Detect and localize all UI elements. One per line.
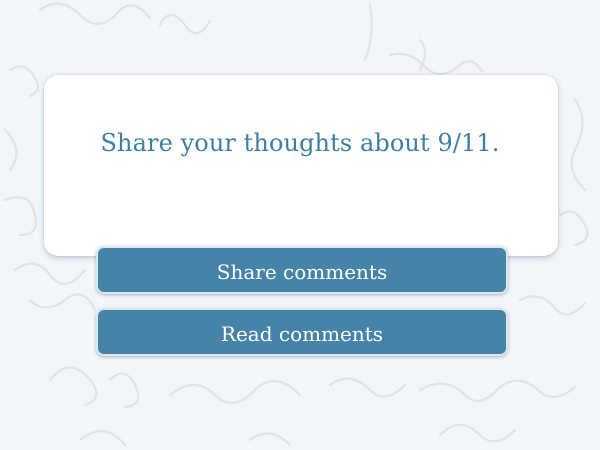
read-comments-button[interactable]: Read comments bbox=[96, 308, 508, 356]
prompt-text: Share your thoughts about 9/11. bbox=[100, 129, 500, 157]
share-comments-button[interactable]: Share comments bbox=[96, 246, 508, 294]
prompt-card bbox=[44, 75, 558, 256]
